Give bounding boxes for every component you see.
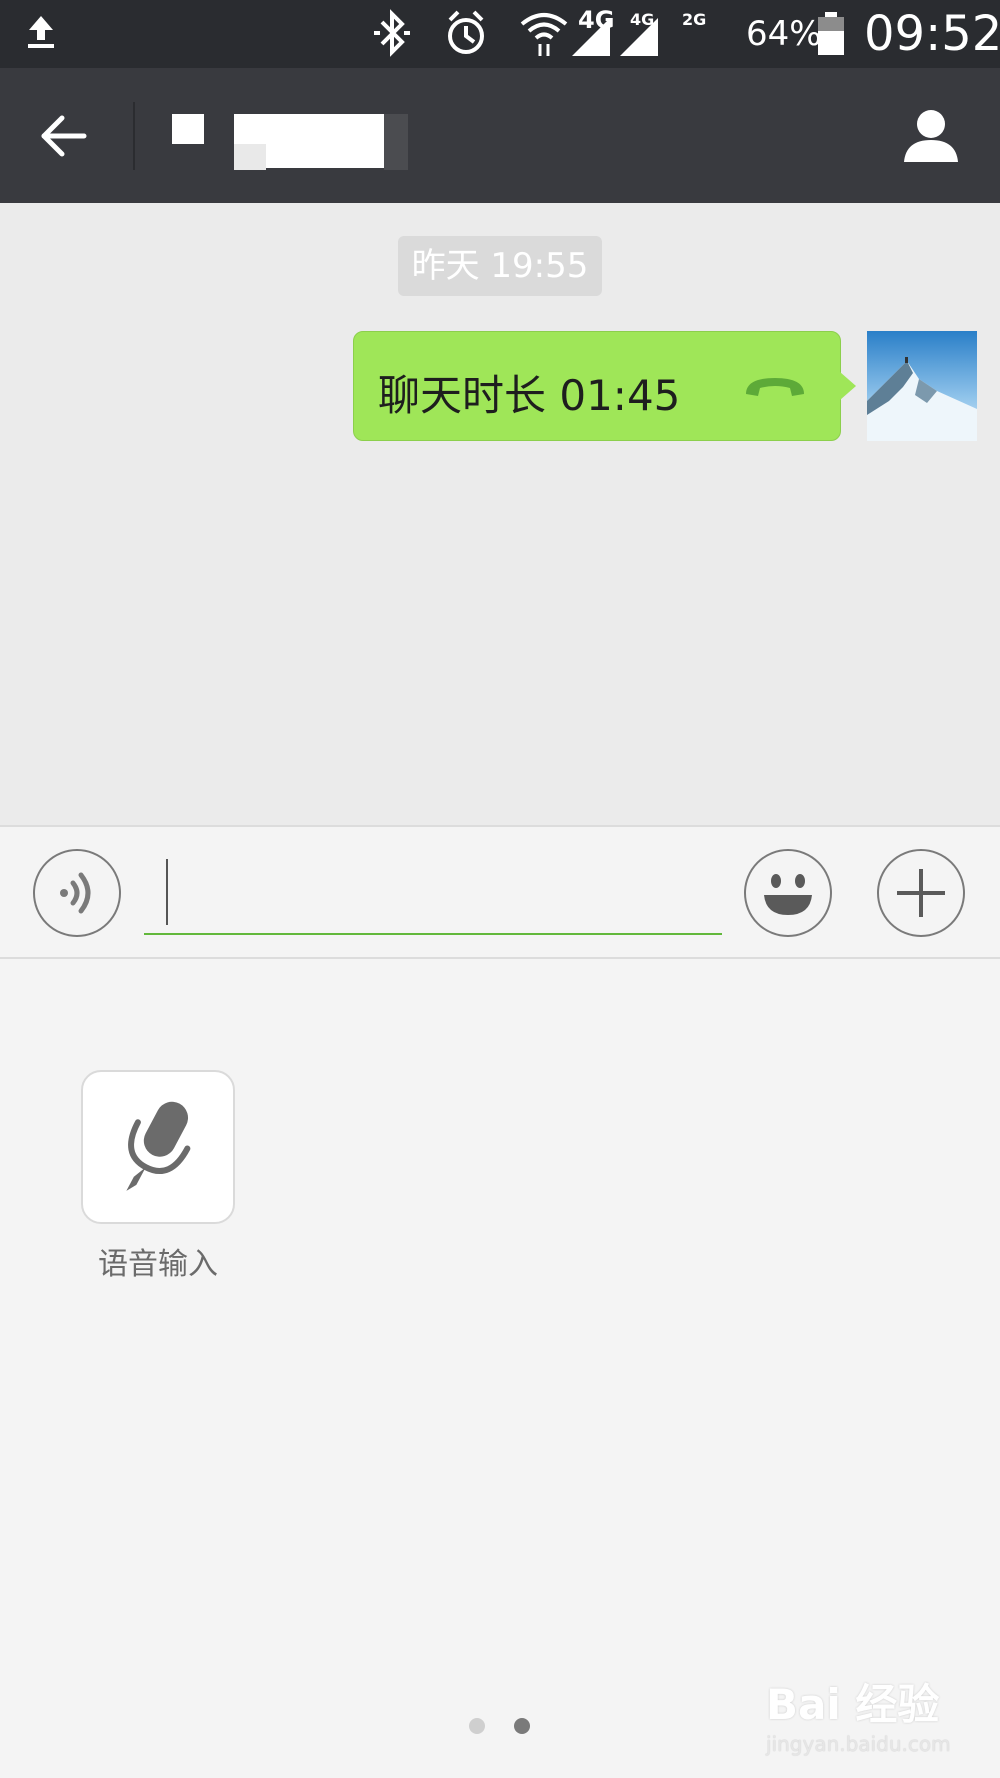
page-indicator-dot-active[interactable]: [514, 1718, 530, 1734]
page-indicator-dot[interactable]: [469, 1718, 485, 1734]
alarm-icon: [448, 10, 484, 54]
status-time: 09:52: [864, 6, 1000, 62]
sim2-label: 2G: [682, 10, 707, 29]
phone-hangup-icon: [746, 378, 804, 396]
voice-input-label: 语音输入: [98, 1247, 218, 1282]
watermark-url: jingyan.baidu.com: [766, 1732, 951, 1756]
battery-fill: [818, 31, 844, 55]
tools-panel: 语音输入 Bai 经验 jingyan.baidu.com: [0, 959, 1000, 1778]
chat-title-redacted: [172, 114, 412, 170]
watermark-main: Bai 经验: [766, 1680, 940, 1729]
more-button[interactable]: [877, 849, 965, 937]
voice-input-button[interactable]: [81, 1070, 235, 1224]
arrow-left-icon[interactable]: [40, 114, 88, 158]
chat-area[interactable]: 昨天 19:55 聊天时长 01:45: [0, 203, 1000, 825]
microphone-icon: [126, 1101, 191, 1191]
plus-icon: [897, 869, 945, 917]
upload-icon: [28, 16, 54, 48]
title-bar: [0, 68, 1000, 203]
battery-percent: 64%: [746, 14, 822, 54]
emoji-icon: [764, 874, 812, 915]
text-cursor: [166, 859, 168, 925]
message-timestamp: 昨天 19:55: [398, 236, 602, 296]
input-bar: [0, 825, 1000, 959]
sim1-label: 4G: [630, 10, 655, 29]
call-message-bubble[interactable]: 聊天时长 01:45: [353, 331, 856, 441]
avatar[interactable]: [867, 331, 977, 441]
status-bar: 4G 4G 2G 64% 09:52: [0, 0, 1000, 68]
wifi-icon: [520, 13, 568, 56]
bluetooth-icon: [374, 9, 410, 57]
person-icon[interactable]: [900, 106, 962, 164]
network-label: 4G: [578, 6, 615, 34]
baidu-watermark: Bai 经验 jingyan.baidu.com: [766, 1671, 951, 1756]
battery-icon: [818, 12, 844, 55]
message-input[interactable]: [144, 853, 722, 935]
call-duration-text: 聊天时长 01:45: [378, 371, 681, 420]
emoji-button[interactable]: [744, 849, 832, 937]
voice-wave-icon: [60, 872, 91, 914]
title-divider: [133, 102, 135, 170]
voice-mode-button[interactable]: [33, 849, 121, 937]
